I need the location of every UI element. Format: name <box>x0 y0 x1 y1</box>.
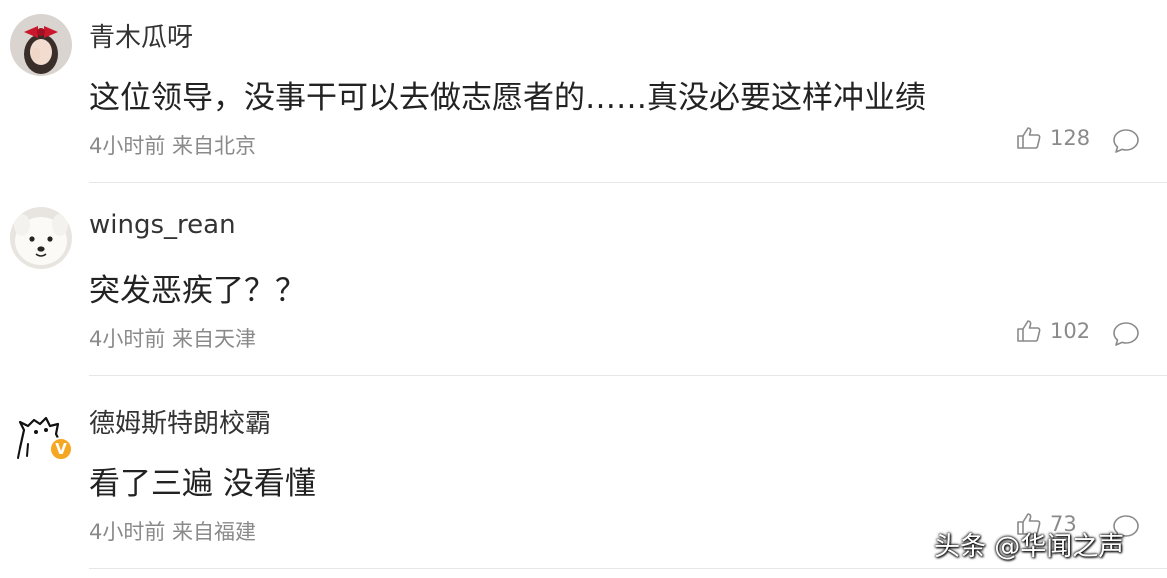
thumbs-up-icon <box>1017 320 1041 342</box>
reply-button[interactable] <box>1112 128 1140 154</box>
like-button[interactable]: 102 <box>1016 319 1090 343</box>
verified-badge: V <box>49 437 73 461</box>
girl-with-red-bow-avatar-icon <box>10 14 72 76</box>
comment-text: 突发恶疾了？？ <box>89 273 306 309</box>
avatar[interactable] <box>10 207 72 269</box>
like-count: 102 <box>1050 319 1091 343</box>
like-button[interactable]: 128 <box>1016 126 1090 150</box>
comment-meta: 4小时前 来自福建 <box>89 520 257 544</box>
like-count: 128 <box>1050 126 1091 150</box>
comment-item: 青木瓜呀 这位领导，没事干可以去做志愿者的……真没必要这样冲业绩 4小时前 来自… <box>0 0 1167 192</box>
divider <box>89 568 1167 569</box>
divider <box>89 375 1167 376</box>
comment-item: wings_rean 突发恶疾了？？ 4小时前 来自天津 102 <box>0 193 1167 385</box>
username[interactable]: wings_rean <box>89 210 236 240</box>
watermark: 头条 @华闻之声 <box>934 532 1125 562</box>
thumbs-up-icon <box>1017 127 1041 149</box>
reply-button[interactable] <box>1112 321 1140 347</box>
comment-meta: 4小时前 来自北京 <box>89 134 257 158</box>
divider <box>89 182 1167 183</box>
comment-bubble-icon <box>1113 129 1139 153</box>
comment-text: 这位领导，没事干可以去做志愿者的……真没必要这样冲业绩 <box>89 80 926 116</box>
white-dog-avatar-icon <box>10 207 72 269</box>
avatar[interactable] <box>10 14 72 76</box>
username[interactable]: 青木瓜呀 <box>89 17 193 54</box>
username[interactable]: 德姆斯特朗校霸 <box>89 403 271 440</box>
comment-text: 看了三遍 没看懂 <box>89 466 316 502</box>
comment-meta: 4小时前 来自天津 <box>89 327 257 351</box>
comment-bubble-icon <box>1113 322 1139 346</box>
